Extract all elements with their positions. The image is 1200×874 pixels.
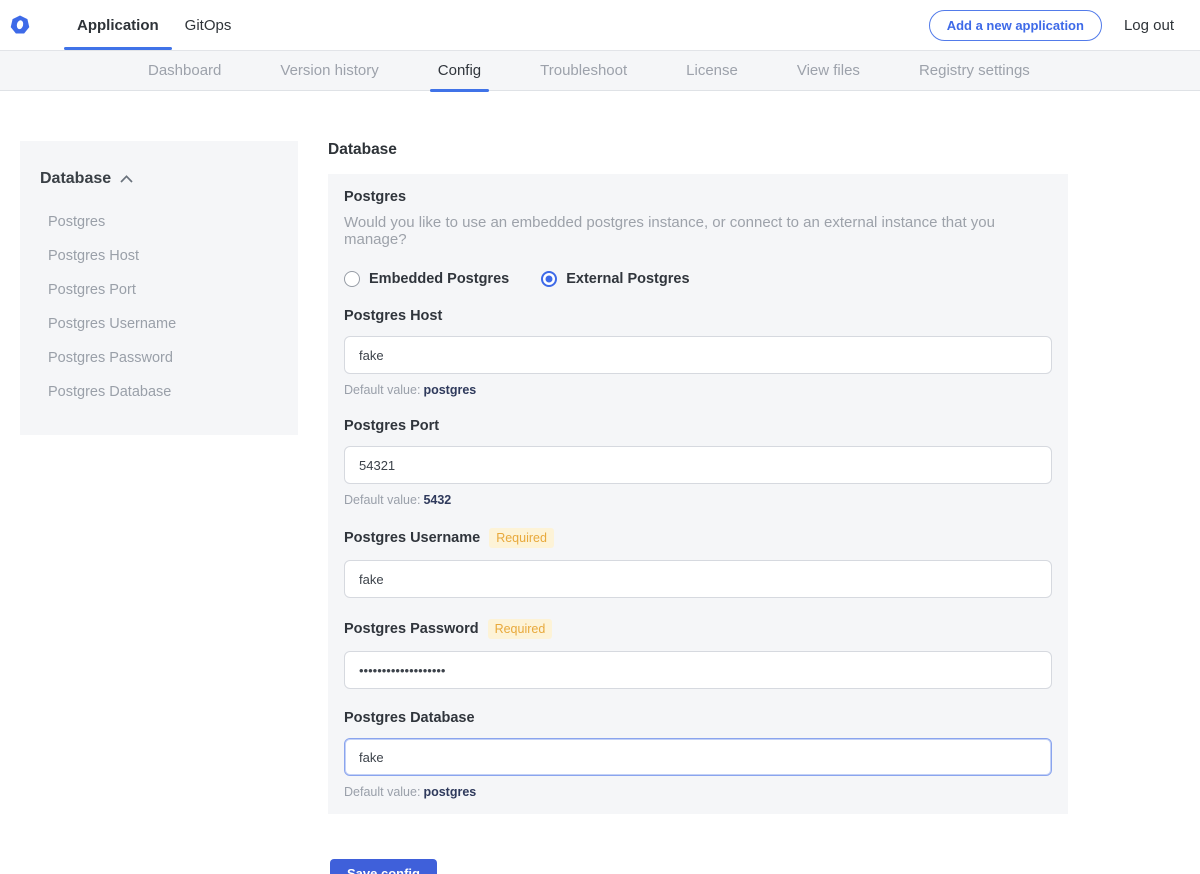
config-main: Database Postgres Would you like to use …: [328, 141, 1068, 874]
postgres-port-default: Default value:5432: [344, 493, 1052, 507]
config-field-postgres-host: Postgres Host Default value:postgres: [344, 308, 1052, 397]
config-field-postgres-port: Postgres Port Default value:5432: [344, 418, 1052, 507]
config-content: Database Postgres Postgres Host Postgres…: [0, 91, 1200, 874]
tab-application[interactable]: Application: [64, 0, 172, 50]
postgres-password-input[interactable]: [344, 651, 1052, 689]
sidebar-group-database[interactable]: Database: [40, 170, 278, 188]
tab-application-label: Application: [77, 17, 159, 34]
radio-external-postgres[interactable]: External Postgres: [541, 271, 689, 287]
postgres-port-input[interactable]: [344, 446, 1052, 484]
logout-link[interactable]: Log out: [1124, 17, 1174, 34]
sidebar-item-postgres-port[interactable]: Postgres Port: [40, 273, 278, 307]
radio-external-postgres-label: External Postgres: [566, 271, 689, 287]
radio-unselected-icon: [344, 271, 360, 287]
config-field-postgres-database: Postgres Database Default value:postgres: [344, 710, 1052, 799]
required-badge: Required: [488, 619, 553, 639]
save-config-button[interactable]: Save config: [330, 859, 437, 874]
subnav-license[interactable]: License: [686, 51, 738, 90]
config-sidebar: Database Postgres Postgres Host Postgres…: [20, 141, 298, 435]
chevron-up-icon: [120, 175, 133, 183]
subnav-troubleshoot[interactable]: Troubleshoot: [540, 51, 627, 90]
sidebar-group-label: Database: [40, 170, 111, 188]
sidebar-item-postgres-host[interactable]: Postgres Host: [40, 239, 278, 273]
default-value-text: postgres: [423, 785, 476, 799]
topbar-right: Add a new application Log out: [929, 10, 1200, 41]
default-value-label: Default value:: [344, 493, 420, 507]
subnav-version-history[interactable]: Version history: [280, 51, 378, 90]
sidebar-item-postgres-username[interactable]: Postgres Username: [40, 307, 278, 341]
default-value-text: 5432: [423, 493, 451, 507]
postgres-host-input[interactable]: [344, 336, 1052, 374]
config-field-postgres-username: Postgres Username Required: [344, 528, 1052, 598]
postgres-username-input[interactable]: [344, 560, 1052, 598]
sidebar-item-postgres[interactable]: Postgres: [40, 205, 278, 239]
subnav-dashboard[interactable]: Dashboard: [148, 51, 221, 90]
subnav-registry-settings[interactable]: Registry settings: [919, 51, 1030, 90]
database-config-panel: Postgres Would you like to use an embedd…: [328, 174, 1068, 814]
postgres-database-label: Postgres Database: [344, 710, 475, 726]
group-label-postgres: Postgres: [344, 189, 1052, 205]
default-value-label: Default value:: [344, 785, 420, 799]
default-value-text: postgres: [423, 383, 476, 397]
tab-gitops-label: GitOps: [185, 17, 232, 34]
radio-embedded-postgres[interactable]: Embedded Postgres: [344, 271, 509, 287]
tab-gitops[interactable]: GitOps: [172, 0, 245, 50]
subnav-config[interactable]: Config: [438, 51, 481, 90]
sidebar-item-postgres-password[interactable]: Postgres Password: [40, 341, 278, 375]
config-field-postgres-password: Postgres Password Required: [344, 619, 1052, 689]
postgres-port-label: Postgres Port: [344, 418, 439, 434]
radio-embedded-postgres-label: Embedded Postgres: [369, 271, 509, 287]
postgres-host-label: Postgres Host: [344, 308, 442, 324]
postgres-database-input[interactable]: [344, 738, 1052, 776]
postgres-password-label: Postgres Password: [344, 621, 479, 637]
default-value-label: Default value:: [344, 383, 420, 397]
group-help-text: Would you like to use an embedded postgr…: [344, 214, 1052, 248]
radio-selected-icon: [541, 271, 557, 287]
postgres-host-default: Default value:postgres: [344, 383, 1052, 397]
postgres-username-label: Postgres Username: [344, 530, 480, 546]
postgres-database-default: Default value:postgres: [344, 785, 1052, 799]
required-badge: Required: [489, 528, 554, 548]
top-header: Application GitOps Add a new application…: [0, 0, 1200, 51]
subnav-view-files[interactable]: View files: [797, 51, 860, 90]
app-logo-icon: [10, 15, 30, 35]
sidebar-item-postgres-database[interactable]: Postgres Database: [40, 375, 278, 409]
add-new-application-button[interactable]: Add a new application: [929, 10, 1102, 41]
app-subnav: Dashboard Version history Config Trouble…: [0, 51, 1200, 91]
page-title: Database: [328, 141, 1068, 159]
postgres-mode-radio-group: Embedded Postgres External Postgres: [344, 271, 1052, 287]
